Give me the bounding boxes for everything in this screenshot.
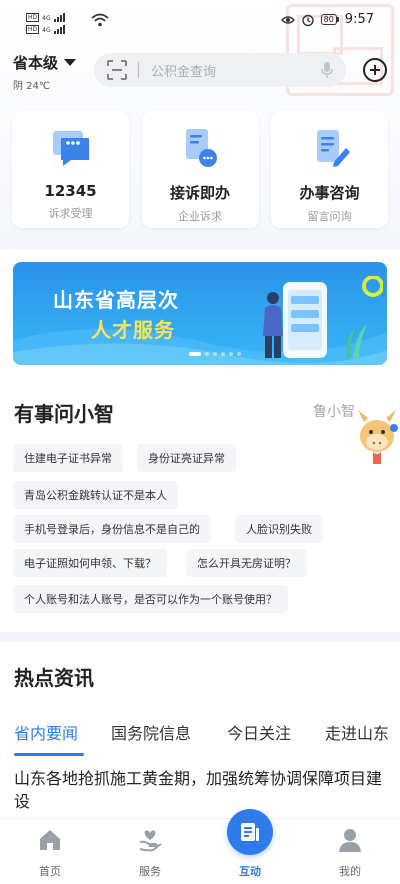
card-title: 12345 [44,182,97,200]
wifi-icon [91,13,109,27]
status-right: 80 9:57 [280,12,374,27]
heart-hand-icon [139,830,162,852]
sim1-network: 4G [42,15,51,22]
active-tab-indicator [14,753,84,756]
card-complaint[interactable]: 接诉即办 企业诉求 [141,111,259,228]
question-chip[interactable]: 电子证照如何申领、下载？ [13,549,167,577]
sim2-network: 4G [42,27,51,34]
card-subtitle: 留言问询 [307,210,352,223]
card-consult[interactable]: 办事咨询 留言问询 [271,111,388,228]
home-icon [40,830,60,850]
signal-group: HD 4G HD 4G [26,13,65,34]
card-title: 接诉即办 [169,184,230,202]
nav-interaction[interactable]: 互动 [210,809,290,884]
banner-title: 山东省高层次 [53,288,179,312]
question-chip[interactable]: 青岛公积金跳转认证不是本人 [13,481,178,509]
status-bar: HD 4G HD 4G 80 9:57 [0,0,400,46]
question-chip[interactable]: 怎么开具无房证明？ [186,549,307,577]
news-section: 热点资讯 省内要闻 国务院信息 今日关注 走进山东 山东各地抢抓施工黄金期，加强… [0,642,400,818]
news-tabs: 省内要闻 国务院信息 今日关注 走进山东 [0,720,400,756]
news-headline[interactable]: 山东各地抢抓施工黄金期，加强统筹协调保障项目建设 [14,767,390,813]
location-block: 省本级 阴 24℃ [13,52,77,92]
add-button[interactable] [363,58,387,82]
scan-icon[interactable] [106,59,128,81]
ask-section-title: 有事问小智 [14,402,114,426]
interaction-icon [227,809,273,855]
battery-level: 80 [320,14,337,25]
search-input[interactable]: 公积金查询 [151,61,320,80]
sim2-signal: HD 4G [26,25,65,34]
chat-bubble-icon [52,131,89,166]
signal-bars-icon [53,13,65,22]
question-chip[interactable]: 手机号登录后，身份信息不是自己的 [13,515,211,543]
tab-today-focus[interactable]: 今日关注 [227,720,291,744]
nav-label: 首页 [39,865,61,878]
location-label: 省本级 [13,54,59,72]
nav-label: 我的 [339,865,361,878]
bottom-nav: 首页 服务 互动 我的 [0,809,400,884]
sim1-hd-tag: HD [26,13,40,22]
tab-province-news[interactable]: 省内要闻 [14,720,78,744]
sim2-hd-tag: HD [26,25,40,34]
news-title: 热点资讯 [14,666,94,690]
nav-service[interactable]: 服务 [110,819,190,884]
card-title: 办事咨询 [299,184,360,202]
card-subtitle: 诉求受理 [48,207,93,220]
question-chip[interactable]: 人脸识别失败 [235,515,323,543]
clock-time: 9:57 [344,12,374,27]
caret-down-icon [64,59,77,66]
search-divider [138,62,139,78]
card-12345[interactable]: 12345 诉求受理 [12,111,129,228]
signal-bars-icon [53,25,65,34]
eye-icon [280,15,295,24]
weather-text: 阴 24℃ [13,81,51,92]
user-icon [339,829,361,852]
person-phone-illustration [263,276,383,358]
sim1-signal: HD 4G [26,13,65,22]
search-bar[interactable]: 公积金查询 [94,53,346,87]
battery-icon: 80 [320,14,339,25]
location-selector[interactable]: 省本级 [13,52,77,73]
document-edit-icon [316,130,350,167]
nav-mine[interactable]: 我的 [310,819,390,884]
question-chip[interactable]: 住建电子证书异常 [13,444,123,472]
alarm-icon [301,14,314,26]
document-chat-icon [186,129,217,167]
microphone-icon[interactable] [320,61,334,79]
question-chip[interactable]: 个人账号和法人账号，是否可以作为一个账号使用？ [13,585,288,613]
service-cards: 12345 诉求受理 接诉即办 企业诉求 办事咨询 留言问询 [12,111,388,228]
nav-label: 服务 [139,865,161,878]
card-subtitle: 企业诉求 [178,210,222,223]
banner-subtitle: 人才服务 [91,318,175,342]
nav-home[interactable]: 首页 [10,819,90,884]
tab-state-council[interactable]: 国务院信息 [111,720,191,744]
assistant-mascot-icon[interactable] [354,402,400,472]
tab-shandong[interactable]: 走进山东 [325,720,389,744]
promo-banner[interactable]: 山东省高层次 人才服务 [13,262,387,365]
nav-label: 互动 [239,865,261,878]
question-chip[interactable]: 身份证亮证异常 [137,444,236,472]
carousel-dots[interactable] [189,352,241,356]
assistant-name[interactable]: 鲁小智 [313,401,355,421]
